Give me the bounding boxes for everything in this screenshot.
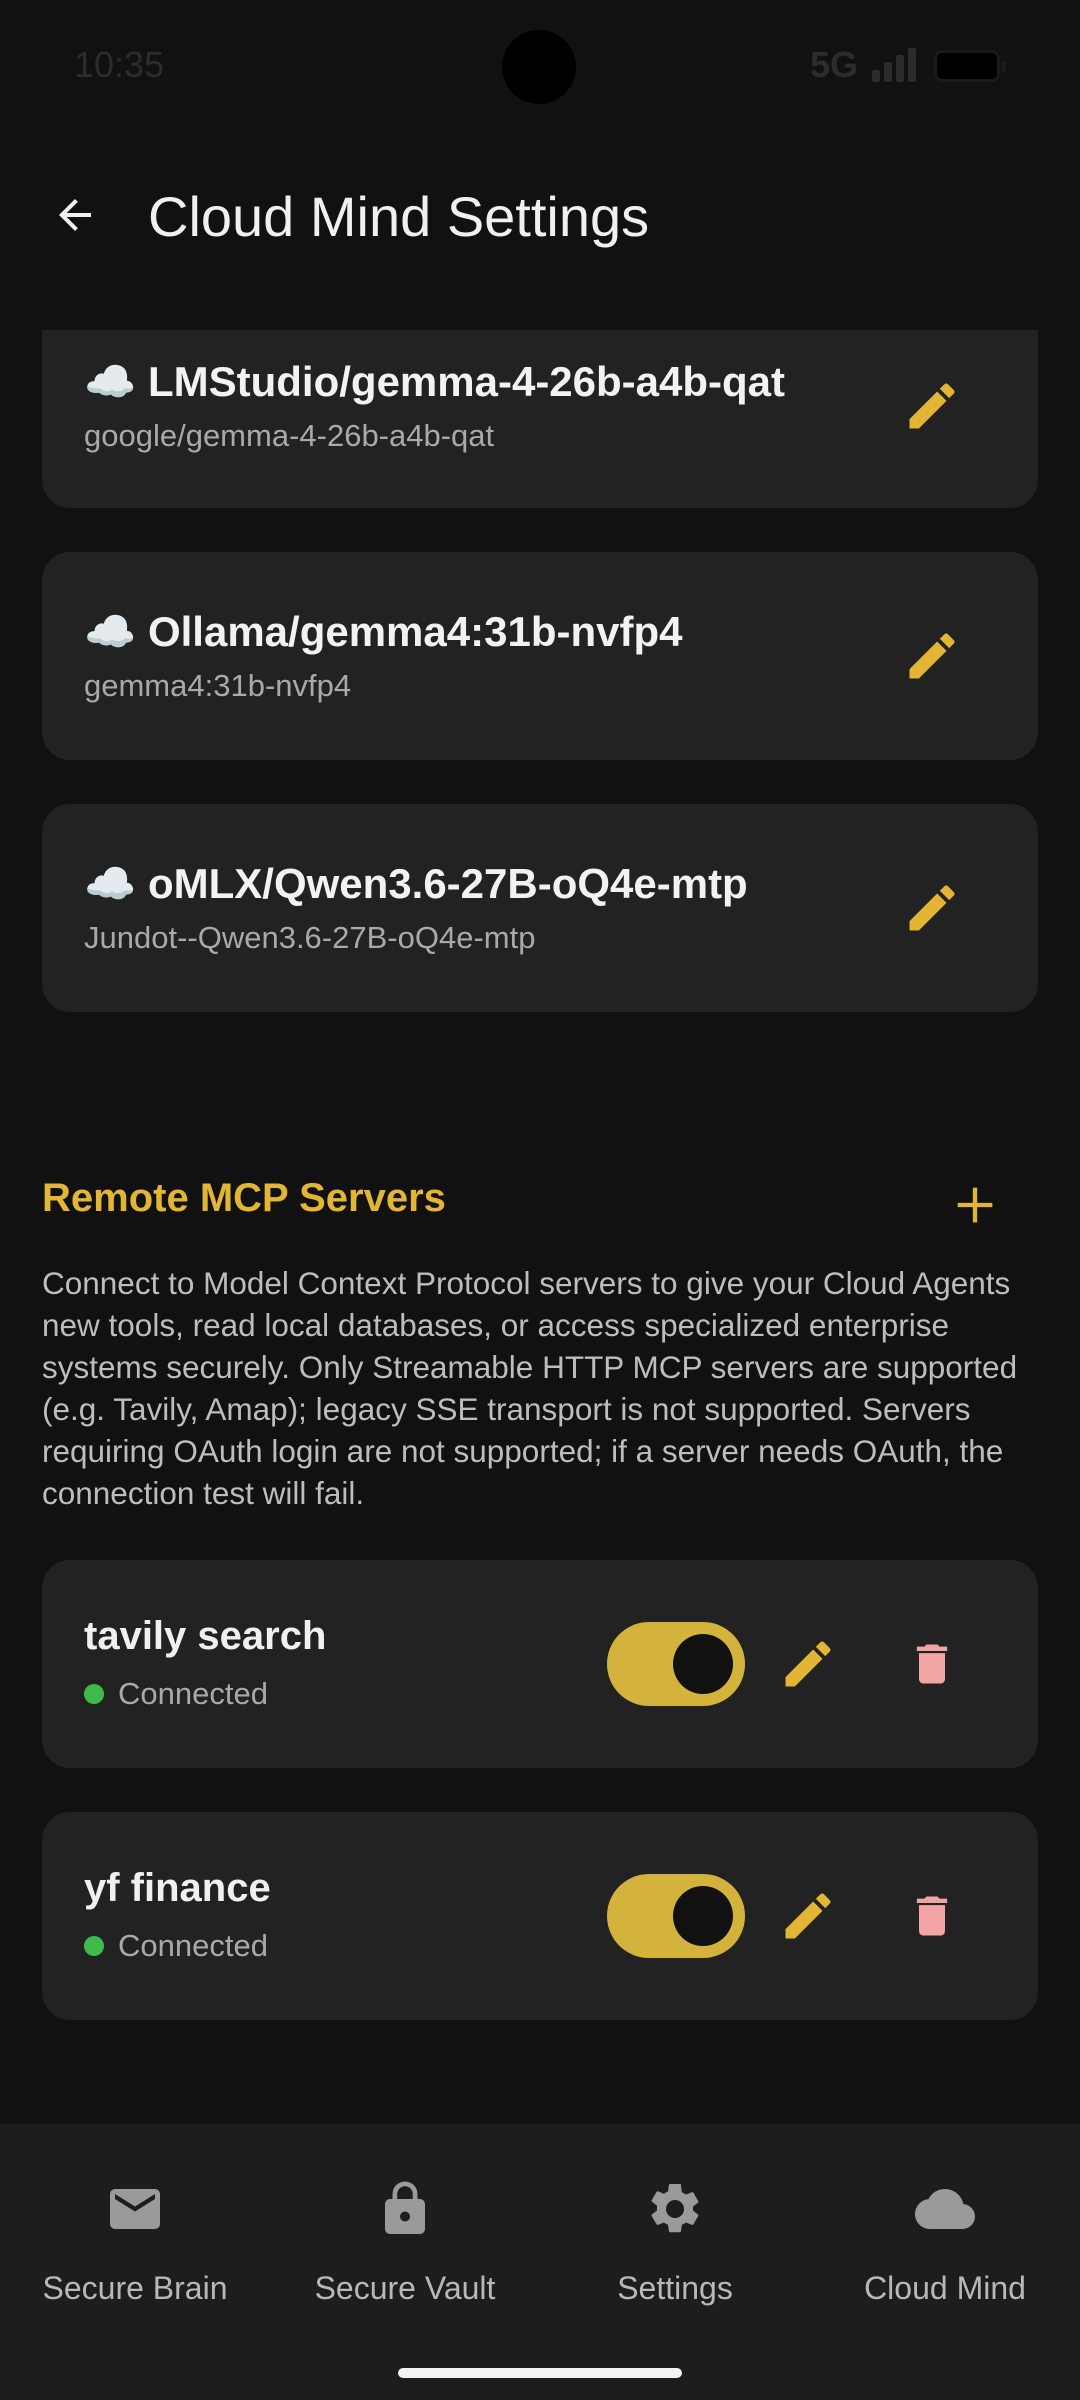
pencil-icon <box>785 1641 831 1687</box>
section-description: Connect to Model Context Protocol server… <box>42 1265 1018 1511</box>
nav-label: Settings <box>617 2270 733 2306</box>
network-type: 5G <box>810 44 859 85</box>
signal-icon <box>872 48 916 82</box>
nav-label: Cloud Mind <box>864 2270 1026 2306</box>
pencil-icon <box>909 885 955 931</box>
plus-icon <box>957 1187 993 1223</box>
nav-label: Secure Brain <box>42 2270 228 2306</box>
model-title: ☁️ LMStudio/gemma-4-26b-a4b-qat <box>84 358 786 405</box>
nav-label: Secure Vault <box>314 2270 496 2306</box>
add-server-button[interactable] <box>940 1170 1010 1240</box>
battery-icon <box>934 50 1006 82</box>
section-title: Remote MCP Servers <box>42 1176 446 1220</box>
status-bar: 10:35 5G <box>0 0 1080 130</box>
edit-server-button[interactable] <box>768 1876 848 1956</box>
status-time: 10:35 <box>74 44 165 85</box>
model-card[interactable]: ☁️ LMStudio/gemma-4-26b-a4b-qat google/g… <box>42 330 1038 508</box>
model-subtitle: gemma4:31b-nvfp4 <box>84 668 352 703</box>
mail-icon <box>105 2174 165 2244</box>
trash-icon <box>916 1644 948 1684</box>
server-name: yf finance <box>84 1866 271 1910</box>
server-status: Connected <box>84 1676 268 1712</box>
edit-server-button[interactable] <box>768 1624 848 1704</box>
server-card: yf finance Connected <box>42 1812 1038 2020</box>
edit-model-button[interactable] <box>892 366 972 446</box>
cloud-icon <box>912 2174 978 2244</box>
model-title: ☁️ Ollama/gemma4:31b-nvfp4 <box>84 608 683 655</box>
camera-cutout <box>502 30 576 104</box>
server-card: tavily search Connected <box>42 1560 1038 1768</box>
nav-item-secure-vault[interactable]: Secure Vault <box>270 2174 540 2314</box>
server-name: tavily search <box>84 1614 327 1658</box>
edit-model-button[interactable] <box>892 616 972 696</box>
toggle-knob <box>673 1886 733 1946</box>
toggle-knob <box>673 1634 733 1694</box>
edit-model-button[interactable] <box>892 868 972 948</box>
nav-item-secure-brain[interactable]: Secure Brain <box>0 2174 270 2314</box>
back-button[interactable] <box>40 180 110 250</box>
home-indicator[interactable] <box>398 2368 682 2378</box>
server-toggle[interactable] <box>607 1874 745 1958</box>
lock-icon <box>375 2174 435 2244</box>
pencil-icon <box>909 383 955 429</box>
bottom-navigation: Secure Brain Secure Vault Settings Cloud… <box>0 2124 1080 2400</box>
model-subtitle: Jundot--Qwen3.6-27B-oQ4e-mtp <box>84 920 536 955</box>
server-status: Connected <box>84 1928 268 1964</box>
arrow-back-icon <box>59 199 91 231</box>
status-dot <box>84 1684 104 1704</box>
model-title: ☁️ oMLX/Qwen3.6-27B-oQ4e-mtp <box>84 860 748 907</box>
status-dot <box>84 1936 104 1956</box>
model-card[interactable]: ☁️ Ollama/gemma4:31b-nvfp4 gemma4:31b-nv… <box>42 552 1038 760</box>
status-label: Connected <box>118 1676 268 1711</box>
page-title: Cloud Mind Settings <box>148 185 650 248</box>
gear-icon <box>645 2174 705 2244</box>
model-subtitle: google/gemma-4-26b-a4b-qat <box>84 418 495 453</box>
nav-item-cloud-mind[interactable]: Cloud Mind <box>810 2174 1080 2314</box>
server-toggle[interactable] <box>607 1622 745 1706</box>
delete-server-button[interactable] <box>892 1624 972 1704</box>
nav-item-settings[interactable]: Settings <box>540 2174 810 2314</box>
status-label: Connected <box>118 1928 268 1963</box>
model-card[interactable]: ☁️ oMLX/Qwen3.6-27B-oQ4e-mtp Jundot--Qwe… <box>42 804 1038 1012</box>
pencil-icon <box>785 1893 831 1939</box>
app-bar: Cloud Mind Settings <box>0 150 1080 280</box>
delete-server-button[interactable] <box>892 1876 972 1956</box>
trash-icon <box>916 1896 948 1936</box>
pencil-icon <box>909 633 955 679</box>
